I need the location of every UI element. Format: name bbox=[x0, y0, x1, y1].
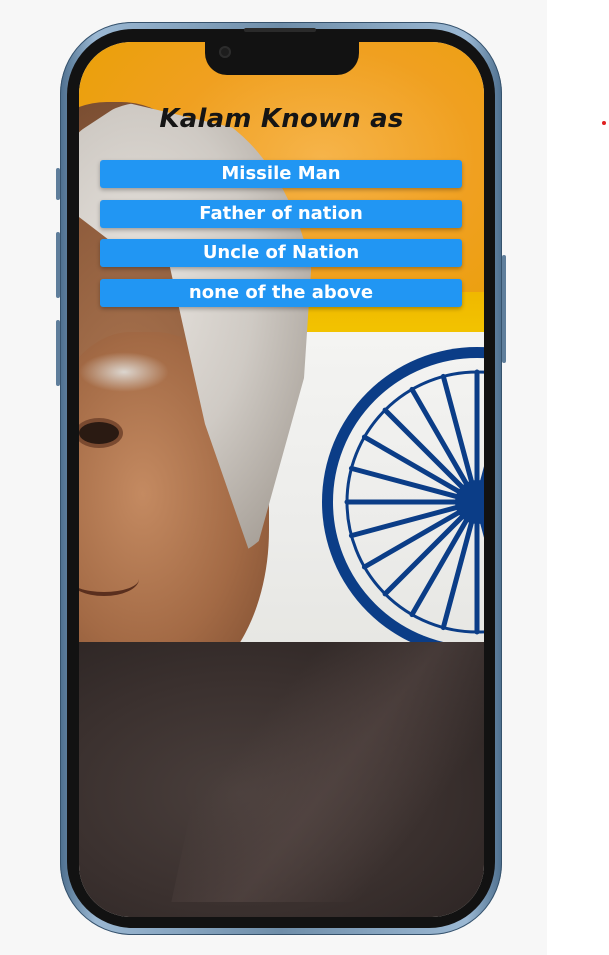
app-screen: Kalam Known as Missile Man Father of nat… bbox=[79, 42, 484, 917]
right-panel bbox=[547, 0, 609, 955]
chakra-spoke bbox=[382, 515, 464, 597]
option-uncle-of-nation-button[interactable]: Uncle of Nation bbox=[100, 239, 462, 267]
chakra-spoke bbox=[480, 520, 484, 538]
portrait-eye bbox=[79, 422, 119, 444]
option-father-of-nation-button[interactable]: Father of nation bbox=[100, 199, 462, 228]
chakra-spoke bbox=[480, 466, 484, 484]
question-title: Kalam Known as bbox=[159, 104, 404, 134]
option-none-of-the-above-button[interactable]: none of the above bbox=[100, 278, 462, 307]
front-camera-icon bbox=[219, 46, 231, 58]
indicator-dot bbox=[602, 121, 606, 125]
power-button bbox=[502, 255, 506, 363]
portrait-eyebrow bbox=[79, 352, 169, 392]
portrait-shawl-fold bbox=[171, 642, 484, 902]
volume-down-button bbox=[56, 320, 60, 386]
mute-switch bbox=[56, 168, 60, 200]
answer-options: Missile Man Father of nation Uncle of Na… bbox=[100, 160, 462, 318]
chakra-spoke bbox=[382, 407, 464, 489]
earpiece-speaker bbox=[244, 28, 316, 32]
volume-up-button bbox=[56, 232, 60, 298]
option-missile-man-button[interactable]: Missile Man bbox=[100, 160, 462, 188]
